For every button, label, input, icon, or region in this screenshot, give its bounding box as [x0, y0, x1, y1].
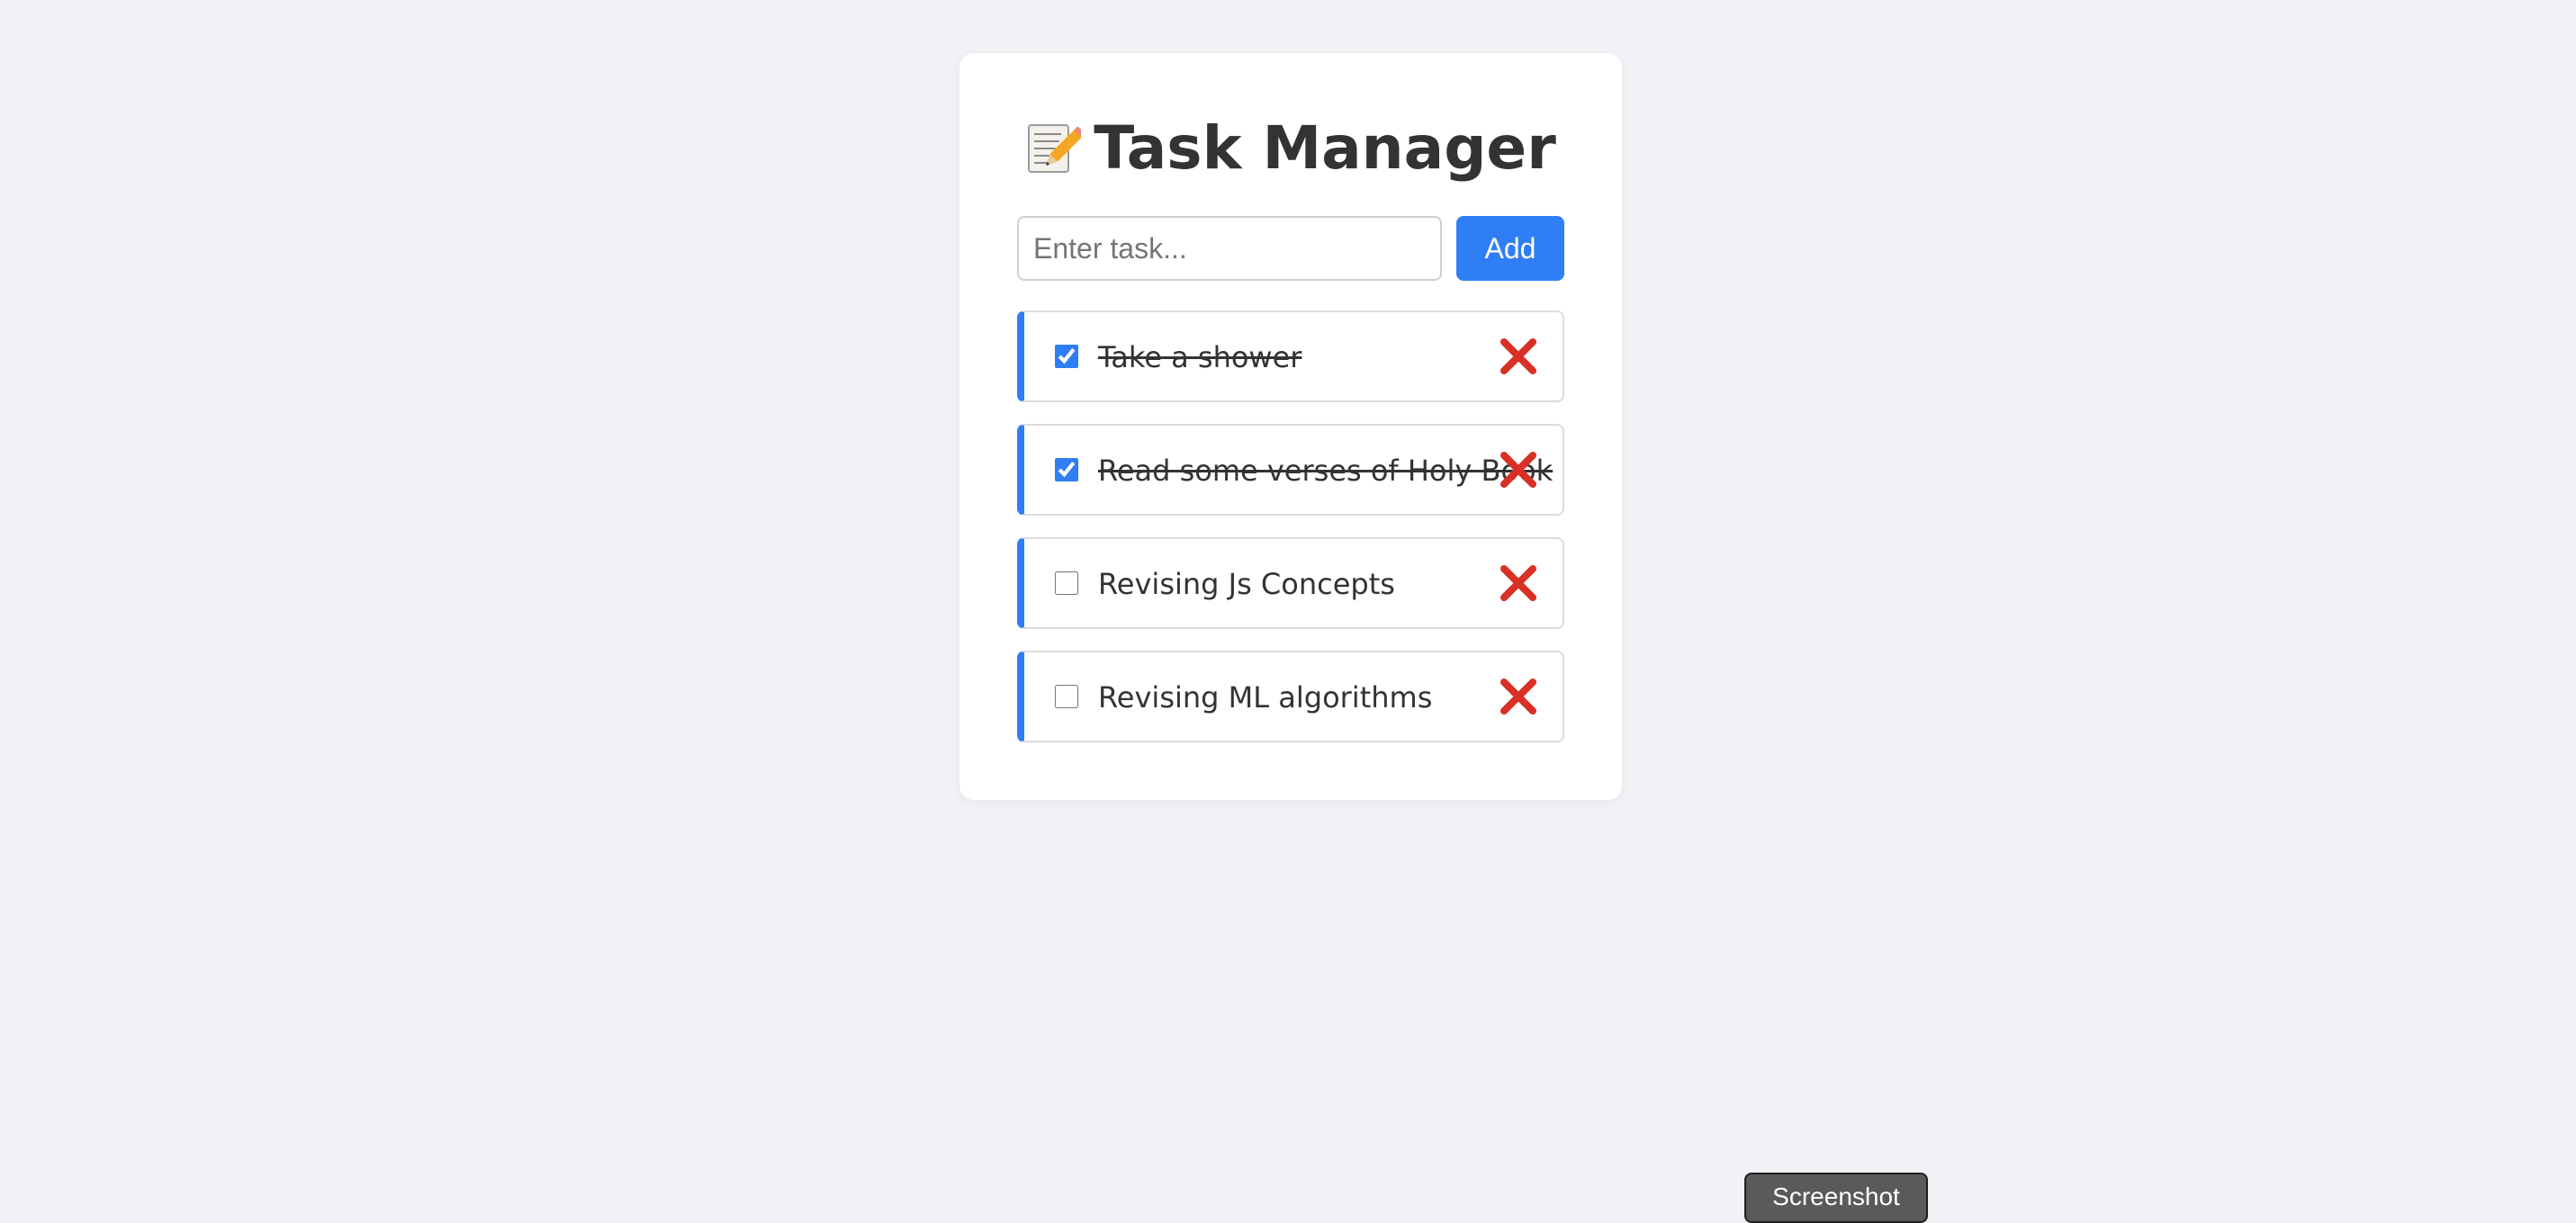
task-item: Revising Js Concepts — [1017, 537, 1564, 629]
task-text: Read some verses of Holy Book — [1098, 454, 1554, 488]
task-checkbox[interactable] — [1055, 685, 1078, 708]
task-item: Revising ML algorithms — [1017, 651, 1564, 742]
task-item: Take a shower — [1017, 310, 1564, 402]
task-checkbox[interactable] — [1055, 571, 1078, 595]
delete-button[interactable] — [1496, 447, 1541, 492]
page-title: Task Manager — [959, 112, 1622, 184]
add-button[interactable]: Add — [1456, 216, 1564, 281]
screenshot-button[interactable]: Screenshot — [1744, 1173, 1928, 1223]
delete-button[interactable] — [1496, 674, 1541, 719]
memo-icon — [1025, 120, 1085, 175]
task-checkbox[interactable] — [1055, 345, 1078, 368]
task-input[interactable] — [1017, 216, 1442, 281]
delete-button[interactable] — [1496, 561, 1541, 606]
cross-mark-icon — [1500, 452, 1536, 488]
cross-mark-icon — [1500, 338, 1536, 374]
task-list: Take a shower Read some verses of Holy B… — [1017, 310, 1564, 764]
task-text: Revising ML algorithms — [1098, 680, 1433, 715]
title-text: Task Manager — [1094, 113, 1556, 183]
delete-button[interactable] — [1496, 334, 1541, 379]
cross-mark-icon — [1500, 679, 1536, 715]
task-text: Revising Js Concepts — [1098, 567, 1395, 601]
cross-mark-icon — [1500, 565, 1536, 601]
task-item: Read some verses of Holy Book — [1017, 424, 1564, 516]
task-checkbox[interactable] — [1055, 458, 1078, 481]
task-text: Take a shower — [1098, 340, 1302, 374]
task-manager-card: Task Manager Add Take a shower Read some… — [959, 53, 1622, 800]
